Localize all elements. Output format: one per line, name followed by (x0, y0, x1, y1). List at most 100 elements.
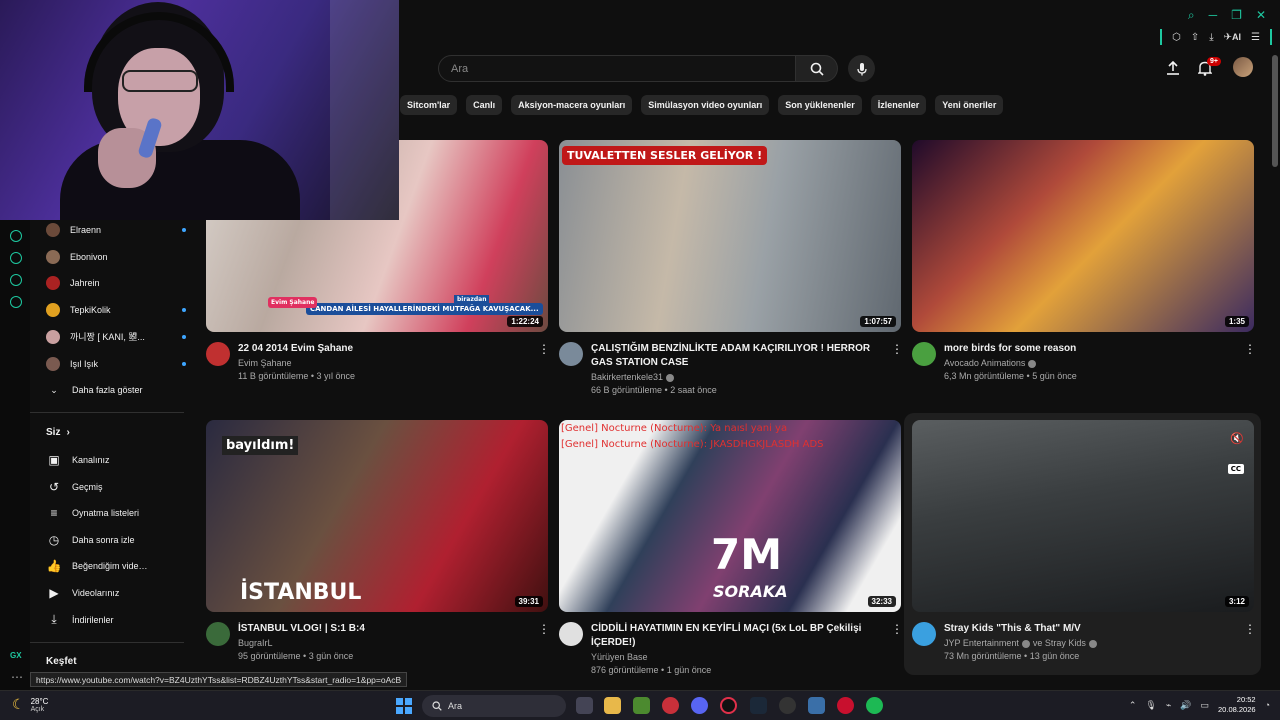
restore-icon[interactable]: ❐ (1231, 8, 1242, 23)
sidebar-subscription-item[interactable]: TepkiKolik (46, 300, 186, 320)
notification-icon[interactable]: ◔ (1265, 700, 1270, 710)
more-options-icon[interactable]: ⋮ (891, 342, 903, 356)
channel-name[interactable]: Avocado Animations (944, 358, 1025, 368)
filter-chip[interactable]: İzlenenler (870, 95, 927, 115)
video-card[interactable]: TUVALETTEN SESLER GELİYOR ! 1:07:57 ÇALIŞT… (559, 140, 903, 395)
clock[interactable]: 20:52 20.08.2026 (1218, 695, 1256, 715)
video-title[interactable]: İSTANBUL VLOG! | S:1 B:4 (238, 622, 526, 636)
create-button[interactable] (1163, 58, 1183, 78)
file-explorer-icon[interactable] (604, 697, 621, 714)
start-button[interactable] (396, 698, 412, 714)
video-title[interactable]: 22 04 2014 Evim Şahane (238, 342, 526, 356)
steam-icon[interactable] (750, 697, 767, 714)
sidebar-item[interactable]: ↺ Geçmiş (46, 477, 186, 497)
channel-avatar[interactable] (206, 342, 230, 366)
scrollbar[interactable] (1272, 55, 1278, 167)
more-options-icon[interactable]: ⋮ (1244, 342, 1256, 356)
channel-avatar[interactable] (559, 342, 583, 366)
extensions-icon[interactable] (10, 274, 22, 286)
sidebar-item[interactable]: ≡ Oynatma listeleri (46, 503, 186, 523)
video-card[interactable]: 1:35 more birds for some reason Avocado An… (912, 140, 1256, 381)
video-title[interactable]: more birds for some reason (944, 342, 1232, 356)
history-icon[interactable] (10, 252, 22, 264)
sidebar-subscription-item[interactable]: Işıl Işık (46, 354, 186, 374)
channel-name[interactable]: BugraIrL (238, 638, 273, 648)
sidebar-subscription-item[interactable]: Jahrein (46, 273, 186, 293)
menu-icon[interactable]: ☰ (1251, 32, 1260, 43)
channel-name[interactable]: JYP Entertainment (944, 638, 1019, 648)
show-more-button[interactable]: ⌄ Daha fazla göster (46, 380, 186, 400)
close-icon[interactable]: ✕ (1256, 8, 1266, 23)
search-button[interactable] (796, 55, 838, 82)
share-icon[interactable]: ⇧ (1191, 32, 1199, 43)
sidebar-subscription-item[interactable]: 까니짱 [ KANI, 曌... (46, 327, 186, 347)
channel-avatar[interactable] (912, 622, 936, 646)
filter-chip[interactable]: Yeni öneriler (935, 95, 1004, 115)
filter-chip[interactable]: Sitcom'lar (400, 95, 458, 115)
spotify-icon[interactable] (866, 697, 883, 714)
video-title[interactable]: ÇALIŞTIĞIM BENZİNLİKTE ADAM KAÇIRILIYOR … (591, 342, 879, 370)
channel-name[interactable]: Evim Şahane (238, 358, 292, 368)
search-input[interactable] (451, 62, 783, 75)
more-options-icon[interactable]: ⋮ (1244, 622, 1256, 636)
video-thumbnail[interactable]: TUVALETTEN SESLER GELİYOR ! 1:07:57 (559, 140, 901, 332)
filter-chip[interactable]: Aksiyon-macera oyunları (511, 95, 633, 115)
video-thumbnail[interactable]: bayıldım! İSTANBUL 39:31 (206, 420, 548, 612)
microphone-icon[interactable]: 🎙 (1145, 700, 1156, 711)
more-options-icon[interactable]: ⋮ (891, 622, 903, 636)
sidebar-item[interactable]: ▶ Videolarınız (46, 583, 186, 603)
video-thumbnail[interactable]: [Genel] Nocturne (Nocturne): Ya naısl ya… (559, 420, 901, 612)
battery-icon[interactable]: ▭ (1201, 700, 1210, 711)
settings-icon[interactable] (10, 296, 22, 308)
download-icon[interactable]: ⤓ (1209, 32, 1213, 43)
filter-chip[interactable]: Simülasyon video oyunları (641, 95, 770, 115)
video-thumbnail[interactable]: CC 🔇 3:12 (912, 420, 1254, 612)
video-title[interactable]: Stray Kids "This & That" M/V (944, 622, 1232, 636)
opera-gx-icon[interactable] (720, 697, 737, 714)
channel-name[interactable]: Yürüyen Base (591, 652, 648, 662)
gx-label[interactable]: GX (10, 651, 22, 660)
app-icon[interactable] (779, 697, 796, 714)
more-icon[interactable]: ⋯ (11, 670, 23, 684)
sidebar-item[interactable]: 👍 Beğendiğim videolar (46, 556, 186, 576)
sidebar-subscription-item[interactable]: Elraenn (46, 220, 186, 240)
app-icon[interactable] (837, 697, 854, 714)
sidebar-item[interactable]: ▣ Kanalınız (46, 450, 186, 470)
sidebar-item[interactable]: ⤓ İndirilenler (46, 610, 186, 630)
video-card[interactable]: [Genel] Nocturne (Nocturne): Ya naısl ya… (559, 420, 903, 675)
minimize-icon[interactable]: ─ (1209, 8, 1218, 23)
ai-icon[interactable]: ✈AI (1224, 32, 1241, 43)
network-icon[interactable]: ⌁ (1166, 700, 1171, 711)
weather-widget[interactable]: ☾ 28°C Açık (12, 696, 48, 713)
captions-badge[interactable]: CC (1227, 464, 1244, 474)
sidebar-subscription-item[interactable]: Ebonivon (46, 247, 186, 267)
volume-icon[interactable]: 🔊 (1180, 700, 1191, 711)
player-icon[interactable] (10, 230, 22, 242)
more-options-icon[interactable]: ⋮ (538, 342, 550, 356)
app-icon[interactable] (662, 697, 679, 714)
more-options-icon[interactable]: ⋮ (538, 622, 550, 636)
filter-chip[interactable]: Canlı (466, 95, 503, 115)
sidebar-item[interactable]: ◷ Daha sonra izle (46, 530, 186, 550)
channel-avatar[interactable] (559, 622, 583, 646)
extension-icon[interactable]: ⬡ (1172, 32, 1181, 43)
you-heading[interactable]: Siz › (46, 427, 70, 438)
minecraft-icon[interactable] (633, 697, 650, 714)
discord-icon[interactable] (691, 697, 708, 714)
account-avatar[interactable] (1233, 57, 1253, 77)
mute-icon[interactable]: 🔇 (1230, 432, 1244, 445)
task-view-icon[interactable] (576, 697, 593, 714)
channel-avatar[interactable] (206, 622, 230, 646)
video-thumbnail[interactable]: 1:35 (912, 140, 1254, 332)
channel-name-extra[interactable]: ve Stray Kids (1033, 638, 1086, 648)
video-card[interactable]: CC 🔇 3:12 Stray Kids "This & That" M/V JYP E… (912, 420, 1256, 661)
taskbar-search[interactable]: Ara (422, 695, 566, 717)
search-icon[interactable]: ⌕ (1188, 8, 1195, 23)
app-icon[interactable] (808, 697, 825, 714)
video-title[interactable]: CİDDİLİ HAYATIMIN EN KEYİFLİ MAÇI (5x Lo… (591, 622, 879, 650)
channel-avatar[interactable] (912, 342, 936, 366)
video-card[interactable]: bayıldım! İSTANBUL 39:31 İSTANBUL VLOG! | S… (206, 420, 550, 661)
chevron-up-icon[interactable]: ⌃ (1129, 700, 1137, 711)
channel-name[interactable]: Bakirkertenkele31 (591, 372, 663, 382)
filter-chip[interactable]: Son yüklenenler (778, 95, 862, 115)
